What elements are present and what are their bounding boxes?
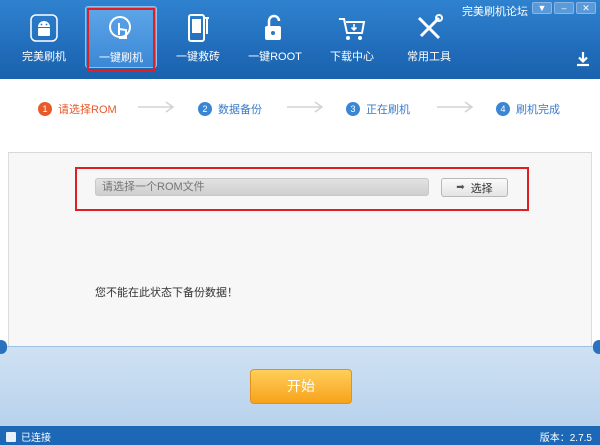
status-bar: 已连接 版本：2.7.5: [0, 426, 600, 445]
tools-icon: [417, 14, 443, 40]
forum-link[interactable]: 完美刷机论坛: [462, 3, 528, 19]
cart-icon: [339, 18, 366, 40]
device-icon: [6, 431, 16, 442]
step-number: 1: [38, 102, 52, 116]
download-icon[interactable]: [574, 50, 592, 68]
nav-label: 一键救砖: [176, 51, 220, 63]
step-label: 数据备份: [218, 104, 262, 116]
step-flashing: 3 正在刷机: [346, 101, 410, 117]
main-panel: ➡ 选择 您不能在此状态下备份数据！: [8, 153, 592, 346]
nav-item-root[interactable]: 一键ROOT: [239, 6, 311, 68]
connection-status: 已连接: [6, 429, 51, 444]
window-controls: ▼ – ✕: [532, 2, 596, 14]
progress-steps: 1 请选择ROM 2 数据备份 3 正在刷机 4 刷机完成: [8, 79, 592, 153]
step-label: 请选择ROM: [58, 104, 117, 116]
connection-label: 已连接: [21, 433, 51, 444]
choose-file-button[interactable]: ➡ 选择: [441, 178, 508, 197]
step-number: 4: [496, 102, 510, 116]
menu-dropdown-button[interactable]: ▼: [532, 2, 552, 14]
android-icon: [30, 14, 58, 42]
step-number: 3: [346, 102, 360, 116]
highlight-box: [87, 8, 155, 72]
main-nav: 完美刷机 一键刷机 一键救砖 一键ROOT 下载中心 常用工具: [8, 6, 470, 68]
choose-button-label: 选择: [470, 182, 493, 195]
start-button[interactable]: 开始: [250, 369, 352, 404]
nav-label: 一键ROOT: [248, 51, 302, 63]
minimize-button[interactable]: –: [554, 2, 574, 14]
step-number: 2: [198, 102, 212, 116]
nav-item-perfect-flash[interactable]: 完美刷机: [8, 6, 80, 68]
version-label: 版本：2.7.5: [539, 433, 592, 444]
phone-rescue-icon: [188, 14, 209, 42]
top-toolbar: 完美刷机论坛 ▼ – ✕ 完美刷机 一键刷机 一键救砖 一键ROOT 下载中心 …: [0, 0, 600, 79]
close-button[interactable]: ✕: [576, 2, 596, 14]
resize-handle-left[interactable]: [0, 340, 7, 354]
arrow-right-icon: ➡: [456, 182, 465, 193]
nav-label: 完美刷机: [22, 51, 66, 63]
step-label: 刷机完成: [516, 104, 560, 116]
step-select-rom: 1 请选择ROM: [38, 101, 117, 117]
step-label: 正在刷机: [366, 104, 410, 116]
rom-file-input[interactable]: [95, 178, 429, 196]
nav-label: 常用工具: [407, 51, 451, 63]
action-bar: 开始: [0, 340, 600, 426]
step-data-backup: 2 数据备份: [198, 101, 262, 117]
arrow-right-icon: [287, 101, 324, 113]
arrow-right-icon: [437, 101, 474, 113]
nav-item-download-center[interactable]: 下载中心: [316, 6, 388, 68]
arrow-right-icon: [138, 101, 175, 113]
nav-item-tools[interactable]: 常用工具: [393, 6, 465, 68]
resize-handle-right[interactable]: [593, 340, 600, 354]
nav-item-rescue[interactable]: 一键救砖: [162, 6, 234, 68]
warning-message: 您不能在此状态下备份数据！: [95, 287, 238, 299]
step-complete: 4 刷机完成: [496, 101, 560, 117]
nav-label: 下载中心: [330, 51, 374, 63]
unlock-icon: [265, 14, 281, 40]
